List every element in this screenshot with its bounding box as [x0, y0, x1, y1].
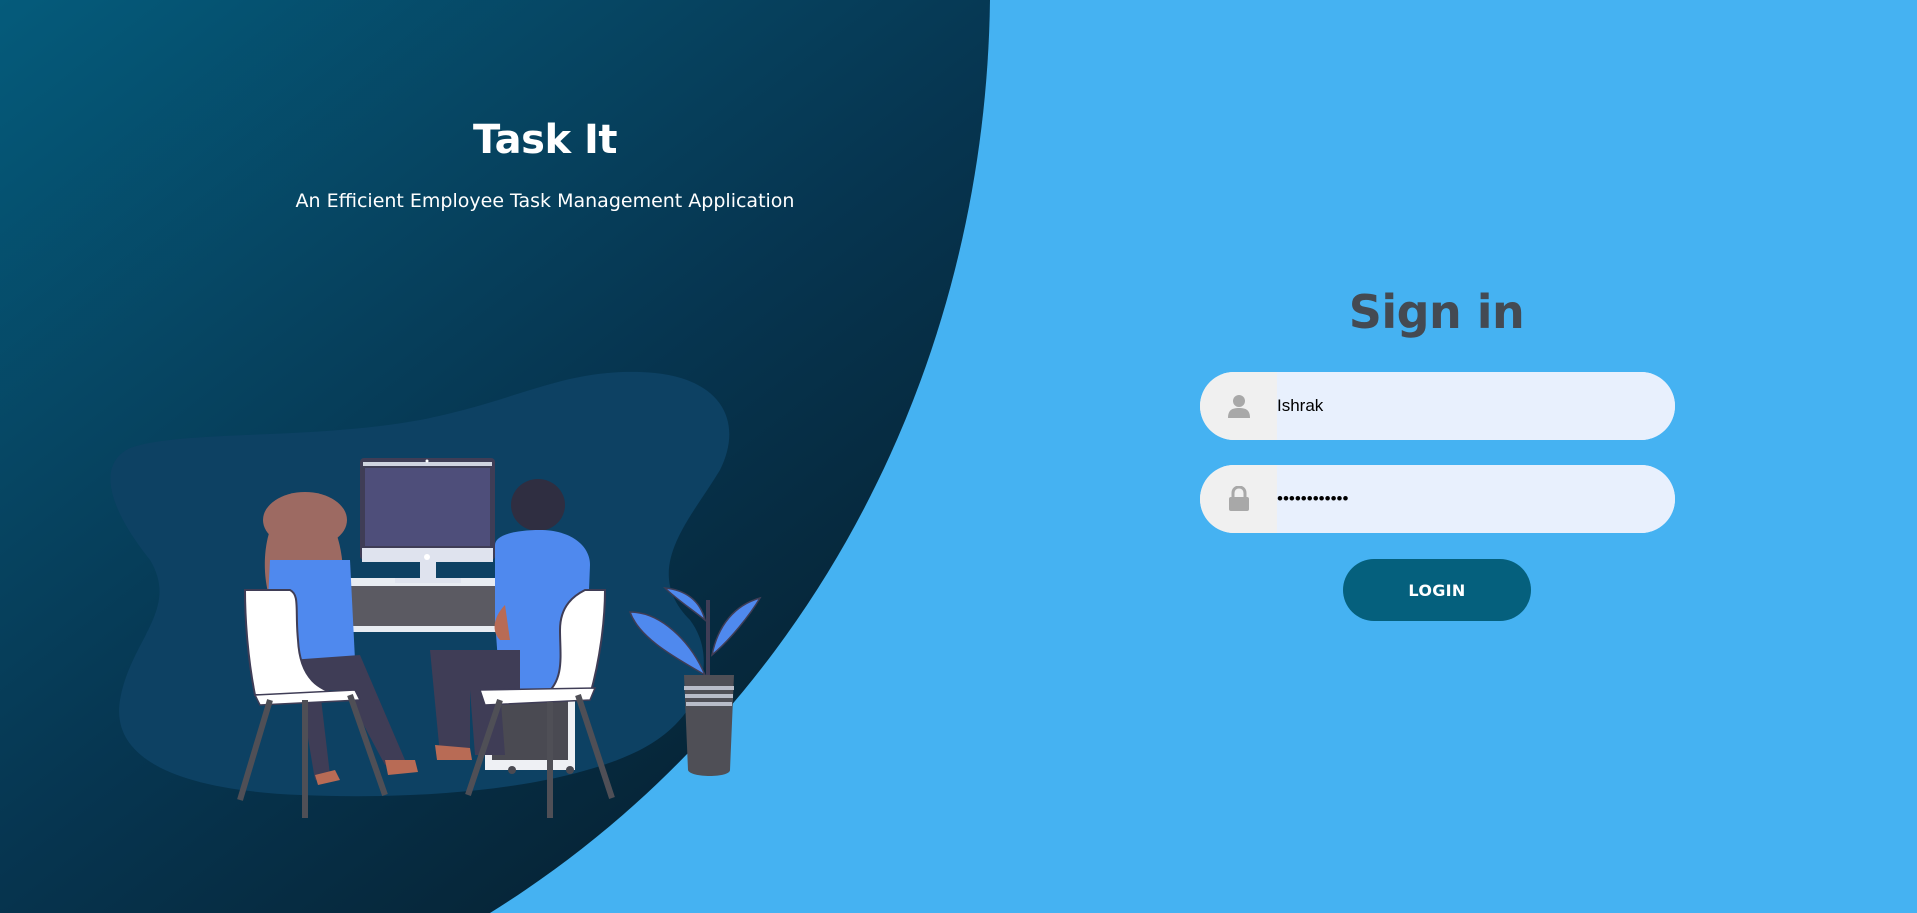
- lock-icon: [1200, 465, 1278, 533]
- username-field-edge: [1657, 372, 1675, 440]
- login-page: Task It An Efficient Employee Task Manag…: [0, 0, 1917, 913]
- login-button[interactable]: LOGIN: [1343, 559, 1531, 621]
- signin-heading: Sign in: [1348, 285, 1525, 339]
- password-field[interactable]: [1200, 465, 1675, 533]
- app-title: Task It: [473, 117, 617, 163]
- password-field-edge: [1657, 465, 1675, 533]
- username-field[interactable]: [1200, 372, 1675, 440]
- user-icon: [1200, 372, 1278, 440]
- app-subtitle: An Efficient Employee Task Management Ap…: [295, 190, 795, 212]
- username-input[interactable]: [1277, 372, 1657, 440]
- password-input[interactable]: [1277, 465, 1657, 533]
